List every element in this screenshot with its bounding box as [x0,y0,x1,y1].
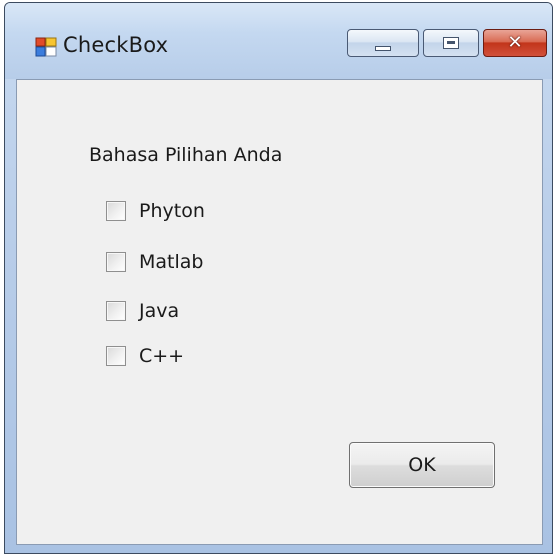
checkbox-phyton[interactable]: Phyton [106,200,205,222]
ok-button[interactable]: OK [349,442,495,488]
group-label: Bahasa Pilihan Anda [89,144,283,166]
close-button[interactable]: ✕ [483,29,547,57]
title-bar[interactable]: CheckBox ✕ [5,3,552,79]
checkbox-box[interactable] [106,252,126,272]
checkbox-box[interactable] [106,201,126,221]
app-window-icon [35,37,57,57]
window-title: CheckBox [63,33,169,57]
checkbox-label[interactable]: C++ [139,345,184,367]
close-icon: ✕ [507,32,523,53]
checkbox-cpp[interactable]: C++ [106,345,184,367]
checkbox-label[interactable]: Phyton [139,200,205,222]
maximize-button[interactable] [423,29,479,57]
minimize-icon [375,45,391,51]
checkbox-label[interactable]: Java [139,300,179,322]
checkbox-box[interactable] [106,346,126,366]
checkbox-java[interactable]: Java [106,300,179,322]
maximize-icon [443,37,459,49]
minimize-button[interactable] [347,29,419,57]
checkbox-label[interactable]: Matlab [139,251,203,273]
checkbox-matlab[interactable]: Matlab [106,251,203,273]
checkbox-box[interactable] [106,301,126,321]
